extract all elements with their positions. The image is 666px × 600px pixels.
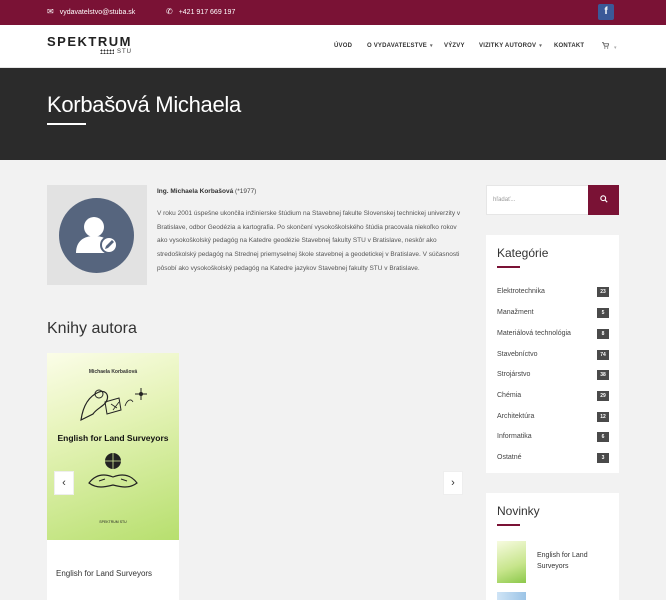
nav-item-vyzvy[interactable]: VÝZVY — [444, 43, 465, 49]
author-name-line: Ing. Michaela Korbašová (*1977) — [157, 188, 256, 195]
author-bio: V roku 2001 úspešne ukončila inžinierske… — [157, 210, 461, 272]
nav-label: VIZITKY AUTOROV — [479, 43, 537, 49]
cover-publisher: SPEKTRUM STU — [99, 520, 127, 524]
category-count: 8 — [597, 329, 609, 339]
logo-dots — [99, 49, 114, 54]
nav-item-uvod[interactable]: ÚVOD — [334, 43, 352, 49]
logo-sub: STU — [47, 49, 132, 56]
cart-icon[interactable]: ▾ — [602, 42, 616, 51]
cover-illustration-top — [80, 388, 147, 422]
title-underline — [47, 123, 86, 125]
page-title: Korbašová Michaela — [47, 92, 241, 117]
book-cover[interactable]: Michaela Korbašová English for Land Surv… — [47, 353, 179, 540]
facebook-icon[interactable]: f — [598, 4, 614, 20]
book-caption[interactable]: English for Land Surveyors — [56, 569, 152, 578]
category-item[interactable]: Chémia 29 — [497, 391, 609, 403]
category-item[interactable]: Materiálová technológia 8 — [497, 329, 609, 341]
search-icon — [599, 195, 608, 203]
category-item[interactable]: Stavebníctvo 74 — [497, 350, 609, 362]
main-navigation: SPEKTRUM STU ÚVOD O VYDAVATEĽSTVE ▾ VÝZVY… — [0, 25, 666, 68]
category-item[interactable]: Manažment 5 — [497, 308, 609, 320]
avatar-circle — [59, 198, 134, 273]
cart-svg — [602, 42, 610, 49]
category-label: Manažment — [497, 309, 534, 316]
phone-icon: ✆ — [166, 7, 173, 16]
search-button[interactable] — [588, 185, 619, 215]
news-widget: Novinky English for Land Surveyors — [486, 493, 619, 600]
categories-title: Kategórie — [497, 246, 549, 260]
search-input[interactable]: hľadať... — [486, 185, 588, 215]
author-born: (*1977) — [235, 188, 257, 195]
chevron-down-icon: ▾ — [430, 43, 433, 49]
cover-author: Michaela Korbašová — [88, 369, 138, 375]
category-label: Elektrotechnika — [497, 288, 545, 295]
categories-widget: Kategórie Elektrotechnika 23 Manažment 5 M… — [486, 235, 619, 473]
title-underline — [497, 524, 520, 526]
phone-text: +421 917 669 197 — [178, 8, 236, 16]
news-item-title[interactable]: English for Land Surveyors — [537, 550, 607, 572]
top-bar: ✉ vydavatelstvo@stuba.sk ✆ +421 917 669 … — [0, 0, 666, 25]
site-logo[interactable]: SPEKTRUM STU — [47, 35, 132, 56]
carousel-next-button[interactable]: › — [443, 471, 463, 495]
email-text: vydavatelstvo@stuba.sk — [59, 8, 136, 16]
chevron-down-icon: ▾ — [539, 43, 542, 49]
news-thumbnail[interactable] — [497, 541, 526, 583]
category-label: Informatika — [497, 433, 532, 440]
cover-illustration-bottom — [88, 453, 138, 488]
contact-email[interactable]: ✉ vydavatelstvo@stuba.sk — [47, 8, 135, 16]
category-label: Materiálová technológia — [497, 330, 571, 337]
category-label: Chémia — [497, 392, 522, 399]
category-label: Architektúra — [497, 413, 535, 420]
cover-title: English for Land Surveyors — [57, 433, 169, 443]
nav-item-vizitky-autorov[interactable]: VIZITKY AUTOROV ▾ — [479, 43, 542, 49]
category-count: 29 — [597, 391, 609, 401]
logo-name: SPEKTRUM — [47, 34, 132, 49]
nav-item-kontakt[interactable]: KONTAKT — [554, 43, 584, 49]
envelope-icon: ✉ — [47, 7, 54, 16]
author-name: Ing. Michaela Korbašová — [157, 188, 234, 195]
category-label: Stavebníctvo — [497, 351, 538, 358]
category-item[interactable]: Informatika 6 — [497, 432, 609, 444]
author-avatar — [47, 185, 147, 285]
contact-phone[interactable]: ✆ +421 917 669 197 — [166, 8, 235, 16]
category-label: Ostatné — [497, 454, 522, 461]
category-item[interactable]: Ostatné 3 — [497, 453, 609, 465]
carousel-prev-button[interactable]: ‹ — [54, 471, 74, 495]
page-hero: Korbašová Michaela — [0, 68, 666, 160]
category-count: 12 — [597, 412, 609, 422]
nav-item-o-vydavatelstve[interactable]: O VYDAVATEĽSTVE ▾ — [367, 43, 433, 49]
category-count: 3 — [597, 453, 609, 463]
category-item[interactable]: Elektrotechnika 23 — [497, 287, 609, 299]
category-count: 5 — [597, 308, 609, 318]
category-count: 74 — [597, 350, 609, 360]
news-thumbnail[interactable] — [497, 592, 526, 600]
books-heading: Knihy autora — [47, 320, 137, 337]
user-edit-icon — [76, 217, 118, 254]
category-item[interactable]: Architektúra 12 — [497, 412, 609, 424]
category-label: Strojárstvo — [497, 371, 531, 378]
category-count: 23 — [597, 287, 609, 297]
logo-sub-text: STU — [116, 49, 132, 56]
category-count: 38 — [597, 370, 609, 380]
chevron-down-icon: ▾ — [613, 45, 617, 51]
category-item[interactable]: Strojárstvo 38 — [497, 370, 609, 382]
nav-label: O VYDAVATEĽSTVE — [367, 43, 428, 49]
news-title: Novinky — [497, 504, 540, 518]
title-underline — [497, 266, 520, 268]
category-count: 6 — [597, 432, 609, 442]
